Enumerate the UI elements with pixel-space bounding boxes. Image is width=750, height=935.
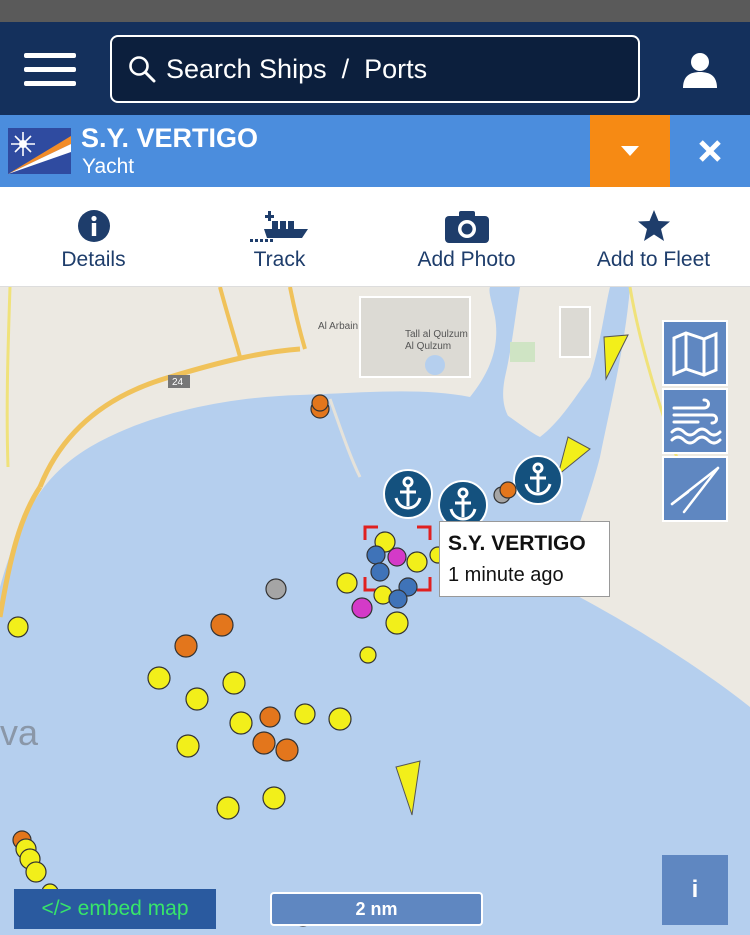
vessel-marker-yellow[interactable] bbox=[7, 616, 29, 638]
vessel-marker-yellow[interactable] bbox=[185, 687, 209, 711]
anchor-icon[interactable] bbox=[513, 455, 563, 505]
track-label: Track bbox=[253, 248, 306, 271]
hamburger-menu-icon[interactable] bbox=[24, 53, 76, 87]
vessel-marker-yellow[interactable] bbox=[222, 671, 246, 695]
vessel-marker-yellow[interactable] bbox=[176, 734, 200, 758]
road bbox=[5, 287, 12, 468]
vessel-marker-orange[interactable] bbox=[499, 481, 517, 499]
place-label-tall-al-qulzum: Tall al Qulzum bbox=[405, 329, 468, 340]
user-account-icon[interactable] bbox=[680, 50, 720, 90]
vessel-marker-orange[interactable] bbox=[252, 731, 276, 755]
close-icon bbox=[699, 140, 721, 162]
vessel-marker-yellow[interactable] bbox=[25, 861, 47, 883]
vessel-tooltip[interactable]: S.Y. VERTIGO 1 minute ago bbox=[439, 521, 610, 597]
vessel-marker-yellow[interactable] bbox=[385, 611, 409, 635]
add-to-fleet-label: Add to Fleet bbox=[596, 248, 711, 271]
map-scale-bar: 2 nm bbox=[270, 892, 483, 926]
search-box[interactable] bbox=[110, 35, 640, 103]
add-photo-button[interactable]: Add Photo bbox=[373, 187, 560, 287]
map-canvas[interactable]: Al Arbain Tall al Qulzum Al Qulzum 24 va bbox=[0, 287, 750, 935]
vessel-marker-yellow[interactable] bbox=[294, 703, 316, 725]
road bbox=[288, 287, 307, 350]
details-label: Details bbox=[61, 248, 126, 271]
ship-map[interactable]: Al Arbain Tall al Qulzum Al Qulzum 24 va bbox=[0, 287, 750, 935]
vessel-marker-blue[interactable] bbox=[388, 589, 408, 609]
place-label-al-arbain: Al Arbain bbox=[318, 321, 358, 332]
pond bbox=[425, 355, 445, 375]
tooltip-last-seen: 1 minute ago bbox=[448, 564, 564, 586]
map-layers-button[interactable] bbox=[662, 320, 728, 386]
details-button[interactable]: Details bbox=[0, 187, 187, 287]
info-icon bbox=[77, 210, 110, 242]
vessel-type: Yacht bbox=[82, 155, 135, 178]
place-label-al-qulzum: Al Qulzum bbox=[405, 341, 451, 352]
town-block bbox=[559, 306, 591, 358]
vessel-marker-blue[interactable] bbox=[370, 562, 390, 582]
ship-track-icon bbox=[249, 211, 308, 242]
vessel-marker-yellow[interactable] bbox=[336, 572, 358, 594]
top-navigation-bar bbox=[0, 22, 750, 115]
star-icon bbox=[637, 210, 670, 241]
add-photo-label: Add Photo bbox=[417, 248, 516, 271]
marshall-islands-flag-icon bbox=[8, 128, 71, 174]
track-button[interactable]: Track bbox=[186, 187, 373, 287]
road bbox=[218, 287, 242, 358]
park bbox=[510, 342, 535, 362]
vessel-marker-gray[interactable] bbox=[265, 578, 287, 600]
vessel-marker-blue[interactable] bbox=[366, 545, 386, 565]
place-label-partial: va bbox=[0, 712, 39, 753]
tooltip-vessel-name: S.Y. VERTIGO bbox=[448, 532, 586, 555]
weather-layer-button[interactable] bbox=[662, 388, 728, 454]
anchor-icon[interactable] bbox=[383, 469, 433, 519]
vessel-menu-dropdown-button[interactable] bbox=[590, 115, 670, 187]
vessel-name: S.Y. VERTIGO bbox=[81, 123, 259, 153]
camera-icon bbox=[444, 211, 489, 243]
map-info-button[interactable]: i bbox=[662, 855, 728, 925]
add-to-fleet-button[interactable]: Add to Fleet bbox=[560, 187, 747, 287]
vessel-marker-yellow[interactable] bbox=[406, 551, 428, 573]
vessel-marker-yellow[interactable] bbox=[328, 707, 352, 731]
close-vessel-button[interactable] bbox=[670, 115, 750, 187]
vessel-marker-orange[interactable] bbox=[259, 706, 281, 728]
vessel-marker-yellow[interactable] bbox=[229, 711, 253, 735]
selected-vessel-bar: S.Y. VERTIGO Yacht bbox=[0, 115, 750, 187]
vessel-action-bar: Details Track Add Photo Add to Fleet bbox=[0, 187, 750, 287]
search-icon bbox=[129, 56, 156, 83]
wind-wave-icon bbox=[670, 398, 722, 445]
chevron-down-icon bbox=[621, 146, 639, 156]
vessel-marker-orange[interactable] bbox=[275, 738, 299, 762]
vessel-marker-orange[interactable] bbox=[210, 613, 234, 637]
vessel-marker-magenta[interactable] bbox=[387, 547, 407, 567]
embed-map-button[interactable]: </> embed map bbox=[14, 889, 216, 929]
gulf-water bbox=[0, 287, 750, 935]
search-input[interactable] bbox=[166, 53, 626, 85]
vessel-marker-magenta[interactable] bbox=[351, 597, 373, 619]
road-number-24: 24 bbox=[172, 377, 184, 388]
vessel-marker-yellow[interactable] bbox=[216, 796, 240, 820]
compass-measure-icon bbox=[670, 466, 720, 514]
vessel-marker-yellow[interactable] bbox=[147, 666, 171, 690]
vessel-marker-orange[interactable] bbox=[311, 394, 329, 412]
vessel-marker-yellow[interactable] bbox=[359, 646, 377, 664]
vessel-marker-orange[interactable] bbox=[174, 634, 198, 658]
measure-tool-button[interactable] bbox=[662, 456, 728, 522]
vessel-marker-yellow[interactable] bbox=[262, 786, 286, 810]
status-bar bbox=[0, 0, 750, 22]
map-icon bbox=[672, 331, 718, 377]
